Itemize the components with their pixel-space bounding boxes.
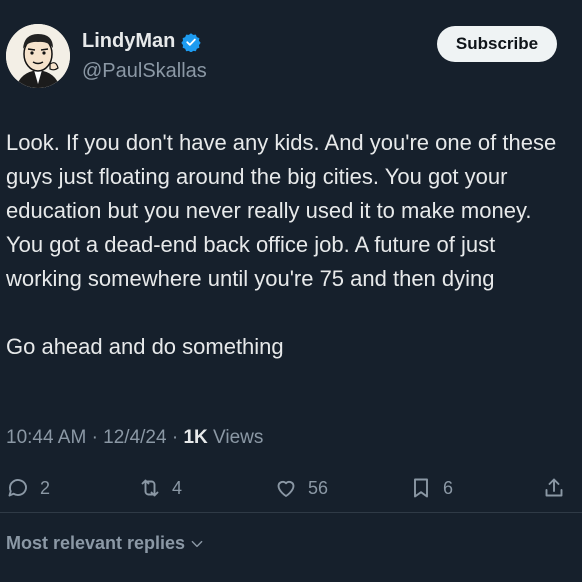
divider — [0, 512, 582, 513]
repost-icon — [141, 479, 159, 497]
verified-badge-icon — [181, 32, 202, 52]
bookmark-count: 6 — [443, 477, 454, 498]
reply-button[interactable]: 2 — [6, 473, 50, 503]
cartoon-man-avatar — [6, 24, 70, 88]
action-bar: 2 4 56 6 — [6, 473, 572, 503]
tweet-meta: 10:44 AM · 12/4/24 · 1K Views — [6, 427, 263, 449]
tweet-paragraph: Look. If you don't have any kids. And yo… — [6, 130, 557, 291]
meta-separator: · — [171, 427, 179, 448]
views-label: Views — [213, 427, 264, 448]
reply-icon — [8, 479, 27, 497]
repost-button[interactable]: 4 — [138, 473, 182, 503]
avatar[interactable] — [6, 24, 70, 88]
bookmark-icon — [414, 478, 428, 498]
tweet-time[interactable]: 10:44 AM — [6, 427, 86, 448]
repost-count: 4 — [172, 477, 183, 498]
reply-count: 2 — [40, 477, 51, 498]
replies-sort-dropdown[interactable]: Most relevant replies — [6, 533, 204, 554]
author-name-row: LindyMan — [82, 30, 202, 53]
like-count: 56 — [308, 477, 329, 498]
meta-separator: · — [91, 427, 98, 448]
like-icon — [277, 480, 295, 497]
share-button[interactable] — [542, 473, 566, 503]
bookmark-button[interactable]: 6 — [409, 473, 453, 503]
tweet-text: Look. If you don't have any kids. And yo… — [6, 126, 572, 364]
chevron-down-icon — [191, 540, 203, 547]
author-display-name[interactable]: LindyMan — [82, 30, 175, 53]
tweet-date[interactable]: 12/4/24 — [103, 427, 166, 448]
views-count: 1K — [183, 427, 208, 448]
share-icon — [545, 478, 563, 497]
author-handle[interactable]: @PaulSkallas — [82, 60, 207, 83]
subscribe-button[interactable]: Subscribe — [437, 26, 557, 62]
tweet-paragraph: Go ahead and do something — [6, 334, 284, 359]
like-button[interactable]: 56 — [274, 473, 328, 503]
replies-sort-label: Most relevant replies — [6, 533, 186, 553]
